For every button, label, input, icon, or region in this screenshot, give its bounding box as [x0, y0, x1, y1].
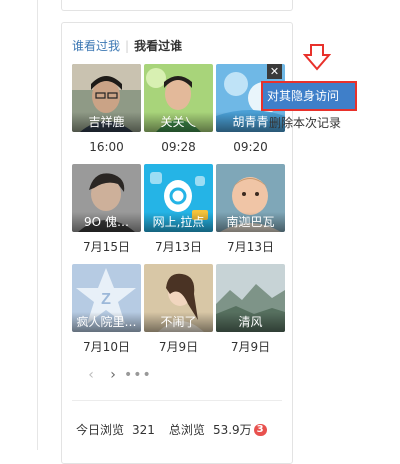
visitor-avatar[interactable]: 不闹了	[144, 264, 213, 332]
visit-tile[interactable]: 清风 7月9日	[216, 264, 285, 355]
close-icon[interactable]: ✕	[267, 64, 282, 79]
more-icon[interactable]: •••	[124, 367, 151, 383]
visitor-name: 吉祥鹿	[72, 112, 141, 132]
visit-tile[interactable]: 吉祥鹿 16:00	[72, 64, 141, 155]
page-left-rule	[37, 0, 38, 450]
visitor-tabs: 谁看过我 | 我看过谁	[72, 38, 182, 54]
delete-record-menu-item[interactable]: 删除本次记录	[261, 111, 357, 135]
previous-module-box	[61, 0, 293, 11]
next-page-icon[interactable]: ›	[102, 367, 124, 383]
visit-time: 7月9日	[230, 340, 271, 354]
divider	[72, 400, 282, 401]
visit-context-menu: 对其隐身访问 删除本次记录	[261, 81, 357, 135]
pager: ‹ › •••	[80, 367, 151, 383]
svg-text:Z: Z	[101, 291, 111, 308]
notification-badge[interactable]: 3	[253, 423, 267, 436]
visitor-avatar[interactable]: 关关乀	[144, 64, 213, 132]
visitor-name: 清风	[216, 312, 285, 332]
visit-time: 7月15日	[83, 240, 130, 254]
arrow-down-icon	[303, 44, 331, 71]
visitor-name: 疯人院里…	[72, 312, 141, 332]
visit-time: 7月9日	[158, 340, 199, 354]
visit-tile[interactable]: 9O 傀… 7月15日	[72, 164, 141, 255]
visitor-avatar[interactable]: 9O 傀…	[72, 164, 141, 232]
visitor-avatar[interactable]: 吉祥鹿	[72, 64, 141, 132]
tab-who-viewed-me[interactable]: 谁看过我	[72, 39, 120, 53]
visit-time: 7月13日	[155, 240, 202, 254]
visitor-name: 网上,拉点	[144, 212, 213, 232]
visit-tile[interactable]: 南迦巴瓦 7月13日	[216, 164, 285, 255]
visit-tile[interactable]: 网上,拉点 7月13日	[144, 164, 213, 255]
visitor-avatar[interactable]: Z 疯人院里…	[72, 264, 141, 332]
visitor-avatar[interactable]: 清风	[216, 264, 285, 332]
visitor-name: 不闹了	[144, 312, 213, 332]
visitor-name: 南迦巴瓦	[216, 212, 285, 232]
visit-time: 09:20	[233, 140, 268, 154]
visit-tile[interactable]: 不闹了 7月9日	[144, 264, 213, 355]
visit-tile[interactable]: Z 疯人院里… 7月10日	[72, 264, 141, 355]
visit-time: 7月10日	[83, 340, 130, 354]
hide-visit-menu-item[interactable]: 对其隐身访问	[261, 81, 357, 111]
total-views-value: 53.9万	[212, 423, 252, 437]
visit-tile[interactable]: 关关乀 09:28	[144, 64, 213, 155]
visit-time: 16:00	[89, 140, 124, 154]
today-views-label: 今日浏览	[76, 423, 125, 437]
today-views-value: 321	[132, 422, 155, 437]
view-stats: 今日浏览 321 总浏览 53.9万 3	[76, 421, 267, 438]
prev-page-icon[interactable]: ‹	[80, 367, 102, 383]
visitor-avatar[interactable]: 网上,拉点	[144, 164, 213, 232]
visitor-name: 关关乀	[144, 112, 213, 132]
visitor-avatar[interactable]: 南迦巴瓦	[216, 164, 285, 232]
tab-i-viewed[interactable]: 我看过谁	[134, 39, 182, 53]
visit-time: 09:28	[161, 140, 196, 154]
visitor-name: 9O 傀…	[72, 212, 141, 232]
visit-time: 7月13日	[227, 240, 274, 254]
visitor-panel: 谁看过我 | 我看过谁 吉祥鹿 16:00 关关乀 09:28 胡青青 09:20 …	[61, 22, 293, 464]
total-views-label: 总浏览	[168, 423, 205, 437]
tab-separator: |	[125, 39, 130, 53]
